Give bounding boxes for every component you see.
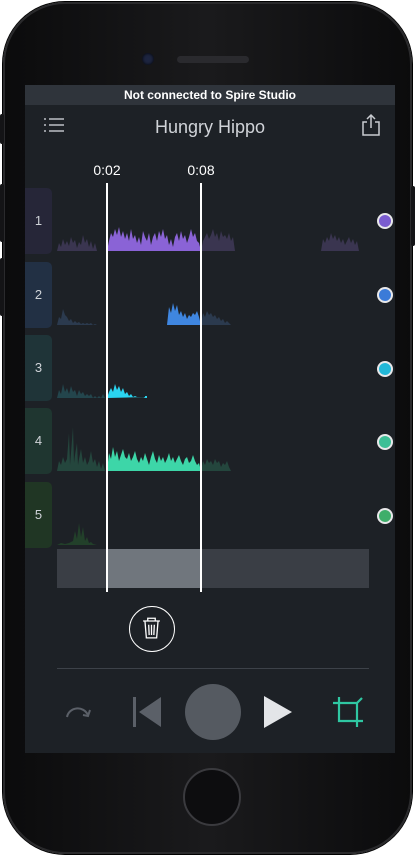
connection-banner: Not connected to Spire Studio: [25, 85, 395, 105]
selection-region[interactable]: [107, 549, 201, 588]
timeline-scrubber[interactable]: [57, 549, 369, 588]
share-icon[interactable]: [360, 113, 382, 137]
skip-back-icon[interactable]: [131, 695, 165, 729]
track-1-label[interactable]: 1: [25, 188, 52, 254]
song-title: Hungry Hippo: [154, 117, 266, 137]
delete-selection-button[interactable]: [129, 606, 175, 652]
transport-divider: [57, 668, 369, 669]
phone-frame: Not connected to Spire Studio Hungry Hip…: [0, 2, 415, 854]
track-4-waveform: [57, 427, 231, 471]
track-3-label[interactable]: 3: [25, 335, 52, 401]
front-camera: [142, 53, 154, 65]
track-1-waveform: [57, 227, 359, 251]
redo-icon[interactable]: [63, 697, 95, 729]
selection-end-time: 0:08: [187, 162, 215, 178]
track-2-waveform: [57, 303, 231, 325]
volume-down-button: [0, 258, 4, 316]
track-3-color-dot[interactable]: [377, 361, 393, 377]
earpiece-speaker: [177, 56, 249, 63]
track-5-color-dot[interactable]: [377, 508, 393, 524]
trash-icon: [143, 617, 160, 639]
volume-up-button: [0, 184, 4, 242]
app-screen: Not connected to Spire Studio Hungry Hip…: [25, 85, 395, 753]
track-1-color-dot[interactable]: [377, 213, 393, 229]
track-5-label[interactable]: 5: [25, 482, 52, 548]
track-2-color-dot[interactable]: [377, 287, 393, 303]
selection-start-time: 0:02: [93, 162, 121, 178]
home-button[interactable]: [183, 768, 241, 826]
selection-end-handle[interactable]: [200, 183, 202, 592]
selection-start-handle[interactable]: [106, 183, 108, 592]
record-button[interactable]: [185, 684, 241, 740]
track-5-waveform: [57, 523, 97, 545]
track-2-label[interactable]: 2: [25, 262, 52, 328]
track-4-label[interactable]: 4: [25, 408, 52, 474]
list-icon[interactable]: [43, 117, 65, 133]
mute-switch: [0, 114, 4, 144]
play-icon[interactable]: [262, 694, 294, 730]
crop-icon[interactable]: [331, 695, 365, 729]
power-button: [411, 186, 415, 246]
track-3-waveform: [57, 384, 147, 398]
track-4-color-dot[interactable]: [377, 434, 393, 450]
